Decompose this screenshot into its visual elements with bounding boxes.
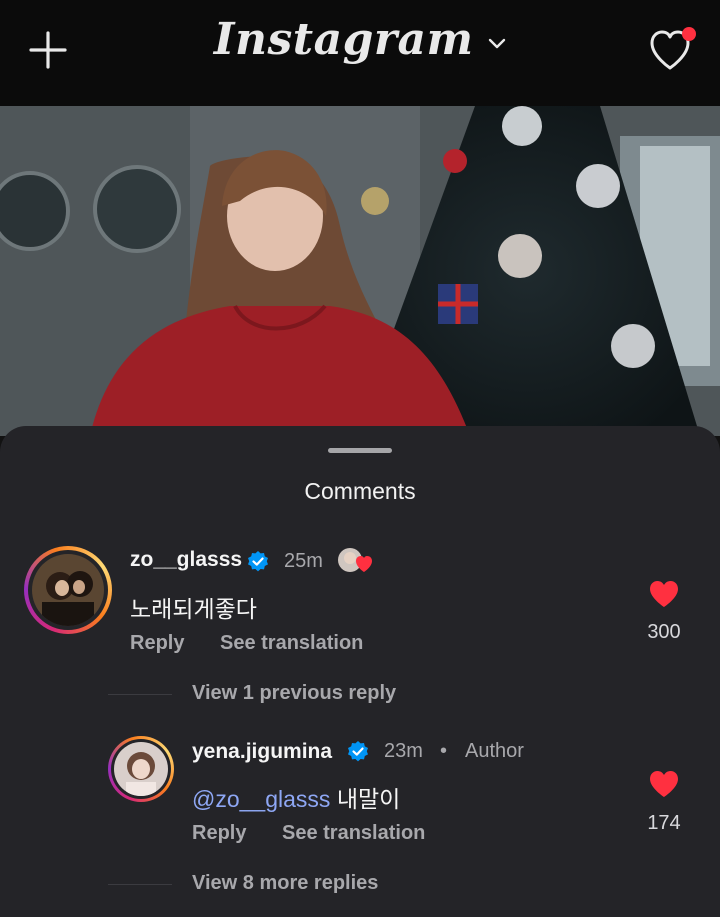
comment-username[interactable]: zo__glasss	[130, 548, 242, 572]
avatar[interactable]	[108, 736, 174, 802]
heart-outline-icon[interactable]	[646, 24, 698, 76]
view-more-replies-button[interactable]: View 8 more replies	[192, 872, 378, 895]
reply-time: 23m	[384, 740, 423, 762]
app-logo: Instagram	[213, 14, 474, 65]
sheet-drag-handle[interactable]	[328, 448, 392, 453]
top-bar: Instagram	[0, 0, 720, 106]
verified-badge-icon	[348, 741, 368, 762]
verified-badge-icon	[248, 551, 268, 572]
avatar-photo	[114, 742, 168, 796]
avatar-photo	[32, 554, 104, 626]
reply-button[interactable]: Reply	[130, 632, 184, 655]
post-photo	[0, 106, 720, 436]
like-count: 300	[647, 621, 681, 643]
like-heart-icon[interactable]	[648, 579, 680, 609]
comment-text: 노래되게좋다	[130, 596, 257, 622]
see-translation-button[interactable]: See translation	[220, 632, 363, 655]
sheet-title: Comments	[304, 478, 416, 504]
notification-dot	[682, 27, 696, 41]
post-photo-illustration	[0, 106, 720, 436]
author-label: Author	[465, 740, 524, 762]
comment-time: 25m	[284, 550, 323, 572]
reply-button[interactable]: Reply	[192, 822, 246, 845]
meta-separator: •	[440, 740, 448, 762]
app-logo-dropdown[interactable]: Instagram	[0, 14, 720, 65]
avatar[interactable]	[24, 546, 112, 634]
thread-divider	[108, 694, 172, 695]
author-like-avatar-icon	[338, 548, 372, 572]
reply-text: @zo__glasss 내말이	[192, 780, 400, 814]
author-liked-indicator	[336, 546, 376, 576]
like-heart-icon[interactable]	[648, 769, 680, 799]
like-count: 174	[647, 812, 681, 834]
reply-username[interactable]: yena.jigumina	[192, 740, 332, 764]
view-previous-replies-button[interactable]: View 1 previous reply	[192, 682, 396, 705]
thread-divider	[108, 884, 172, 885]
chevron-down-icon	[488, 38, 506, 48]
comments-sheet: Comments zo__glasss 25m 노래되게좋다 Reply See…	[0, 426, 720, 917]
reply-text-body: 내말이	[336, 786, 401, 812]
see-translation-button[interactable]: See translation	[282, 822, 425, 845]
mention-link[interactable]: @zo__glasss	[192, 786, 330, 812]
